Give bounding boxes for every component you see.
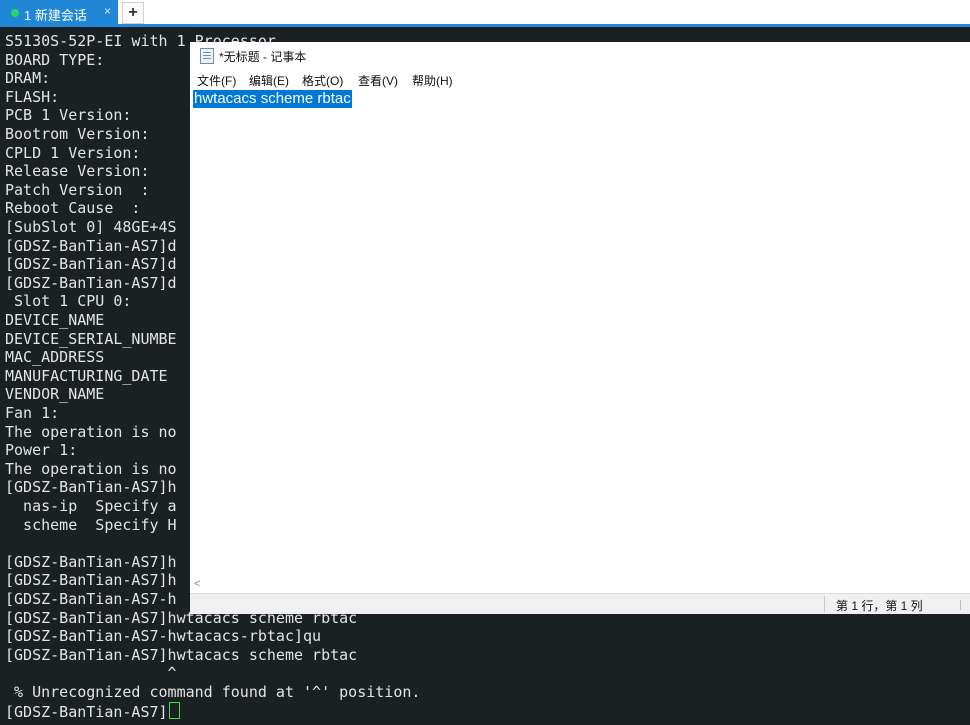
terminal-line: Patch Version :	[5, 181, 150, 199]
terminal-line: [GDSZ-BanTian-AS7]hwtacacs scheme rbtac	[5, 646, 358, 664]
terminal-line: DEVICE_NAME	[5, 311, 105, 329]
terminal-line: FLASH:	[5, 88, 60, 106]
terminal-line: MANUFACTURING_DATE	[5, 367, 168, 385]
notepad-menubar: 文件(F) 编辑(E) 格式(O) 查看(V) 帮助(H)	[190, 70, 970, 90]
terminal-cursor	[168, 702, 180, 719]
terminal-line: Power 1:	[5, 441, 78, 459]
terminal-line: [GDSZ-BanTian-AS7]h	[5, 553, 177, 571]
terminal-line: MAC_ADDRESS	[5, 348, 105, 366]
tab-underline	[0, 24, 970, 27]
terminal-line: BOARD TYPE:	[5, 51, 105, 69]
terminal-line: [GDSZ-BanTian-AS7]	[5, 702, 180, 721]
terminal-line: % Unrecognized command found at '^' posi…	[5, 683, 421, 701]
terminal-line: [GDSZ-BanTian-AS7]d	[5, 255, 177, 273]
terminal-line: PCB 1 Version:	[5, 106, 132, 124]
cursor-position: 第 1 行，第 1 列	[836, 599, 923, 613]
menu-view[interactable]: 查看(V)	[358, 72, 398, 89]
terminal-line: [GDSZ-BanTian-AS7]h	[5, 478, 177, 496]
terminal-line: [GDSZ-BanTian-AS7]d	[5, 274, 177, 292]
connected-status-icon	[11, 9, 19, 17]
tab-label: 1 新建会话	[24, 8, 87, 23]
terminal-line: Bootrom Version:	[5, 125, 150, 143]
selected-text[interactable]: hwtacacs scheme rbtac	[193, 90, 352, 108]
terminal-line: Release Version:	[5, 162, 150, 180]
notepad-statusbar: 第 1 行，第 1 列	[190, 593, 970, 614]
notepad-icon	[200, 48, 214, 64]
notepad-titlebar[interactable]: *无标题 - 记事本	[190, 42, 970, 70]
menu-edit[interactable]: 编辑(E)	[249, 72, 289, 89]
notepad-title: *无标题 - 记事本	[219, 50, 307, 64]
terminal-line: scheme Specify H	[5, 516, 177, 534]
terminal-line: ^	[5, 664, 177, 682]
terminal-line: Fan 1:	[5, 404, 60, 422]
terminal-line: DEVICE_SERIAL_NUMBE	[5, 330, 177, 348]
status-divider	[824, 596, 825, 612]
terminal-line: The operation is no	[5, 423, 177, 441]
tab-session-1[interactable]: 1 新建会话 ×	[0, 0, 118, 24]
terminal-line: [GDSZ-BanTian-AS7]h	[5, 571, 177, 589]
terminal-line: DRAM:	[5, 69, 51, 87]
terminal-line: Reboot Cause :	[5, 199, 141, 217]
new-tab-button[interactable]: +	[122, 2, 144, 24]
terminal-line: [SubSlot 0] 48GE+4S	[5, 218, 177, 236]
terminal-line: [GDSZ-BanTian-AS7-hwtacacs-rbtac]qu	[5, 627, 322, 645]
scroll-left-icon[interactable]: <	[194, 578, 200, 590]
menu-format[interactable]: 格式(O)	[302, 72, 343, 89]
terminal-line: The operation is no	[5, 460, 177, 478]
terminal-line: nas-ip Specify a	[5, 497, 177, 515]
notepad-window[interactable]: *无标题 - 记事本 文件(F) 编辑(E) 格式(O) 查看(V) 帮助(H)…	[190, 42, 970, 614]
tab-bar: 1 新建会话 × +	[0, 0, 970, 26]
menu-file[interactable]: 文件(F)	[197, 72, 236, 89]
notepad-text-area[interactable]: hwtacacs scheme rbtac	[190, 90, 970, 592]
terminal-line: [GDSZ-BanTian-AS7]d	[5, 237, 177, 255]
resize-grip-icon[interactable]	[960, 600, 969, 610]
terminal-line: VENDOR_NAME	[5, 385, 105, 403]
terminal-line: Slot 1 CPU 0:	[5, 292, 132, 310]
tab-close-icon[interactable]: ×	[104, 4, 111, 18]
menu-help[interactable]: 帮助(H)	[412, 72, 453, 89]
terminal-line: CPLD 1 Version:	[5, 144, 141, 162]
terminal-line: [GDSZ-BanTian-AS7-h	[5, 590, 177, 608]
